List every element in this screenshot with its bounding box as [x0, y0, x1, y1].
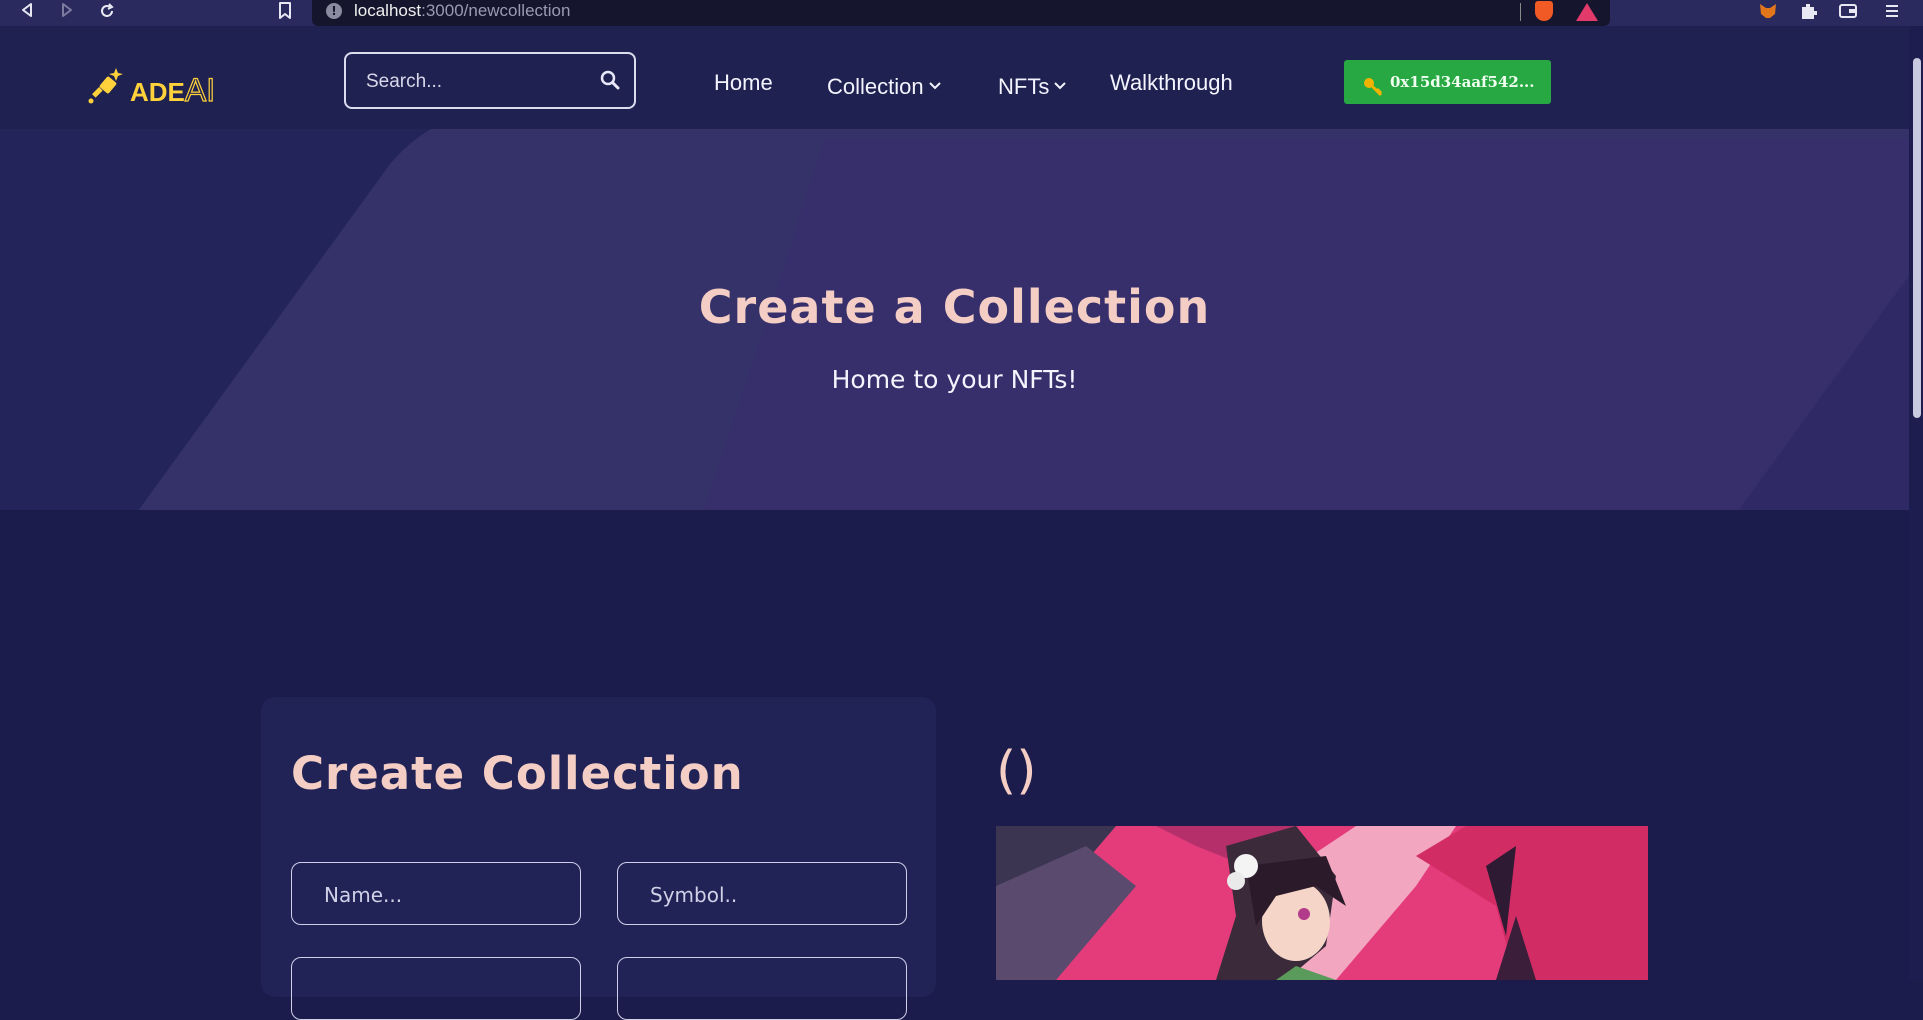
menu-icon[interactable]	[1885, 2, 1899, 25]
nav-walkthrough[interactable]: Walkthrough	[1110, 70, 1233, 96]
metamask-extension-icon[interactable]	[1758, 2, 1778, 25]
symbol-field[interactable]	[617, 862, 907, 925]
wallet-icon[interactable]	[1838, 2, 1858, 25]
search-box[interactable]	[344, 52, 636, 109]
chevron-down-icon	[1054, 70, 1067, 96]
bookmark-icon[interactable]	[278, 2, 292, 25]
search-input[interactable]	[364, 68, 598, 96]
chevron-down-icon	[928, 70, 941, 96]
search-icon[interactable]	[600, 70, 620, 94]
symbol-input[interactable]	[648, 881, 882, 909]
page-scrollbar[interactable]	[1909, 26, 1923, 980]
scrollbar-thumb[interactable]	[1913, 58, 1921, 418]
extensions-icon[interactable]	[1799, 2, 1819, 25]
form-title: Create Collection	[291, 747, 744, 800]
logo-wand-icon	[88, 68, 123, 104]
forward-icon[interactable]	[60, 2, 74, 23]
create-collection-card: Create Collection	[261, 697, 936, 1020]
reload-icon[interactable]	[98, 2, 116, 25]
brave-rewards-icon[interactable]	[1576, 3, 1598, 21]
logo-text: ADEAI	[130, 71, 216, 108]
site-header: ADEAI Home Collection NFTs Walkthrough 0…	[0, 26, 1909, 129]
hero-banner: Create a Collection Home to your NFTs!	[0, 129, 1909, 510]
name-input[interactable]	[322, 881, 556, 909]
brave-shields-icon[interactable]	[1535, 1, 1553, 21]
address-text[interactable]: localhost:3000/newcollection	[354, 0, 570, 22]
back-icon[interactable]	[20, 2, 34, 23]
site-info-icon[interactable]: !	[326, 3, 342, 19]
key-icon	[1362, 71, 1384, 115]
nav-nfts[interactable]: NFTs	[998, 70, 1067, 100]
page-title: Create a Collection	[698, 280, 1211, 334]
page-subtitle: Home to your NFTs!	[831, 365, 1078, 394]
wallet-address-text: 0x15d34aaf542...	[1390, 73, 1535, 91]
preview-title: ()	[996, 741, 1037, 801]
form-field[interactable]	[291, 957, 581, 1020]
browser-toolbar: ! localhost:3000/newcollection	[0, 0, 1923, 26]
address-separator	[1520, 3, 1521, 21]
collection-preview-image	[996, 826, 1648, 980]
nav-collection[interactable]: Collection	[827, 70, 941, 100]
nav-home[interactable]: Home	[714, 70, 773, 96]
address-bar[interactable]: ! localhost:3000/newcollection	[312, 0, 1610, 26]
form-field[interactable]	[617, 957, 907, 1020]
wallet-address-button[interactable]: 0x15d34aaf542...	[1344, 60, 1551, 104]
site-logo[interactable]: ADEAI	[86, 62, 226, 112]
name-field[interactable]	[291, 862, 581, 925]
